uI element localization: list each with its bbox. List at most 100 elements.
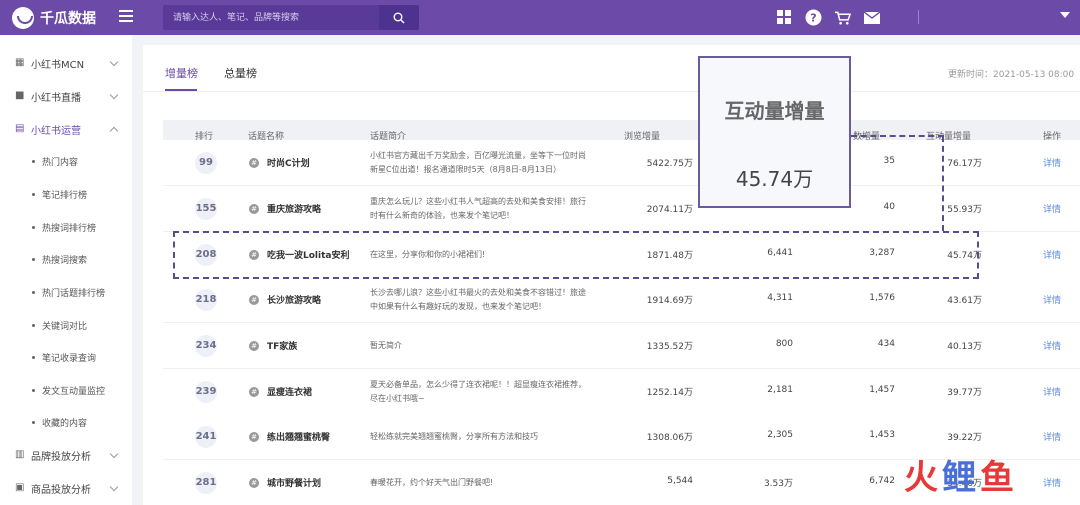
sidebar-subitem[interactable]: 收藏的内容 [0,406,132,438]
rank-badge: 99 [195,152,217,174]
brand-logo-icon [12,7,34,29]
count-increment: 35 [883,156,895,166]
sidebar-item-label: 小红书直播 [31,92,81,104]
sidebar: ▦ 小红书MCN ■ 小红书直播 ▤ 小红书运营 热门内容 笔记排行榜 热搜词排… [0,35,132,505]
brand[interactable]: 千瓜数据 [12,7,96,29]
interaction-increment: 55.93万 [947,205,982,215]
sidebar-subitem[interactable]: 热门内容 [0,145,132,177]
table-row: 218 # 长沙旅游攻略 长沙去哪儿浪？这些小红书最火的去处和美食不容错过！旅途中如果… [163,277,1080,323]
topic-name[interactable]: 城市野餐计划 [267,476,321,489]
chevron-down-icon [109,57,119,67]
mail-icon[interactable] [863,9,880,26]
topic-name[interactable]: 显瘦连衣裙 [267,385,312,398]
table-row: 241 # 练出翘翘蜜桃臀 轻松练就完美翘翘蜜桃臀，分享所有方法和技巧 1308.06万… [163,414,1080,460]
search-icon [393,12,405,23]
rank-badge: 281 [195,472,217,494]
count-increment: 1,576 [869,293,895,303]
detail-link[interactable]: 详情 [1043,293,1061,306]
sidebar-subitem[interactable]: 笔记排行榜 [0,178,132,210]
topic-name[interactable]: 练出翘翘蜜桃臀 [267,430,330,443]
topic-desc: 暂无简介 [370,341,402,350]
callout-connector-v [942,136,944,231]
topic-hash-icon: # [249,341,259,351]
detail-link[interactable]: 详情 [1043,248,1061,261]
rank-badge: 234 [195,335,217,357]
col5-value: 2,181 [767,385,793,395]
count-increment: 40 [883,202,895,212]
topic-desc: 重庆怎么玩儿？这些小红书人气超高的去处和美食安排！旅行时有什么新奇的体验，也来发… [370,197,586,220]
sidebar-item-operations[interactable]: ▤ 小红书运营 [0,113,132,145]
chevron-down-icon [109,90,119,100]
user-menu-caret-icon[interactable] [1060,12,1070,18]
col5-value: 2,305 [767,430,793,440]
interaction-increment: 76.17万 [947,159,982,169]
sidebar-item-product[interactable]: ▣ 商品投放分析 [0,472,132,504]
chart-icon: ▥ [15,449,25,460]
chevron-up-icon [109,126,119,136]
callout-title: 互动量增量 [724,99,825,123]
svg-text:?: ? [810,12,816,25]
topic-desc: 小红书官方藏出千万奖励金，百亿曝光流量，坐等下一位时尚新星C位出道！报名通道限时… [370,151,586,174]
cart-icon[interactable] [834,9,851,26]
sidebar-item-label: 小红书MCN [31,59,85,71]
sidebar-item-brand[interactable]: ▥ 品牌投放分析 [0,439,132,471]
grid-icon: ▦ [15,57,25,68]
sidebar-item-label: 商品投放分析 [31,484,91,496]
callout-connector-h [851,135,944,137]
search-input[interactable] [163,5,379,30]
detail-link[interactable]: 详情 [1043,430,1061,443]
sidebar-item-label: 品牌投放分析 [31,451,91,463]
count-increment: 434 [877,339,895,349]
count-increment: 1,453 [869,430,895,440]
rank-badge: 218 [195,289,217,311]
topic-hash-icon: # [249,158,259,168]
topic-hash-icon: # [249,432,259,442]
sidebar-subitem[interactable]: 笔记收录查询 [0,341,132,373]
sidebar-subitem[interactable]: 关键词对比 [0,309,132,341]
chevron-down-icon [109,449,119,459]
search-button[interactable] [379,5,419,30]
callout-value: 45.74万 [735,167,814,191]
rank-badge: 155 [195,198,217,220]
topic-desc: 轻松练就完美翘翘蜜桃臀，分享所有方法和技巧 [370,432,538,441]
detail-link[interactable]: 详情 [1043,339,1061,352]
tabs-divider [143,91,1080,92]
col5-value: 800 [775,339,793,349]
top-bar: 千瓜数据 ? [0,0,1080,35]
views-increment: 5,544 [667,476,693,486]
watermark-logo: 火 鲤 鱼 [904,458,1018,498]
detail-link[interactable]: 详情 [1043,202,1061,215]
topic-name[interactable]: 重庆旅游攻略 [267,202,321,215]
interaction-increment: 39.22万 [947,433,982,443]
detail-link[interactable]: 详情 [1043,385,1061,398]
interaction-callout: 互动量增量 45.74万 [698,56,851,208]
watermark-char: 鲤 [942,458,976,498]
help-icon[interactable]: ? [805,9,822,26]
sidebar-subitem[interactable]: 热搜词排行榜 [0,211,132,243]
book-icon: ▤ [15,123,25,134]
topic-hash-icon: # [249,387,259,397]
sidebar-item-live[interactable]: ■ 小红书直播 [0,80,132,112]
sidebar-subitem[interactable]: 热搜词搜索 [0,243,132,275]
interaction-increment: 39.77万 [947,388,982,398]
topic-hash-icon: # [249,295,259,305]
topic-name[interactable]: 时尚C计划 [267,156,310,169]
menu-toggle-icon[interactable] [119,10,133,24]
detail-link[interactable]: 详情 [1043,156,1061,169]
sidebar-subitem[interactable]: 发文互动量监控 [0,374,132,406]
topic-hash-icon: # [249,478,259,488]
interaction-increment: 40.13万 [947,342,982,352]
video-icon: ■ [15,90,25,101]
sidebar-item-label: 小红书运营 [31,125,81,137]
tab-total[interactable]: 总量榜 [224,65,257,81]
detail-link[interactable]: 详情 [1043,476,1061,489]
sidebar-item-mcn[interactable]: ▦ 小红书MCN [0,47,132,79]
topic-desc: 春暖花开，约个好天气出门野餐吧! [370,478,494,487]
sidebar-subitem-active[interactable]: 热门话题排行榜 [0,276,132,308]
topic-name[interactable]: 长沙旅游攻略 [267,293,321,306]
views-increment: 2074.11万 [646,205,693,215]
tab-increment[interactable]: 增量榜 [165,65,198,81]
apps-grid-icon[interactable] [776,9,793,26]
topic-name[interactable]: TF家族 [267,339,297,352]
chevron-down-icon [109,482,119,492]
